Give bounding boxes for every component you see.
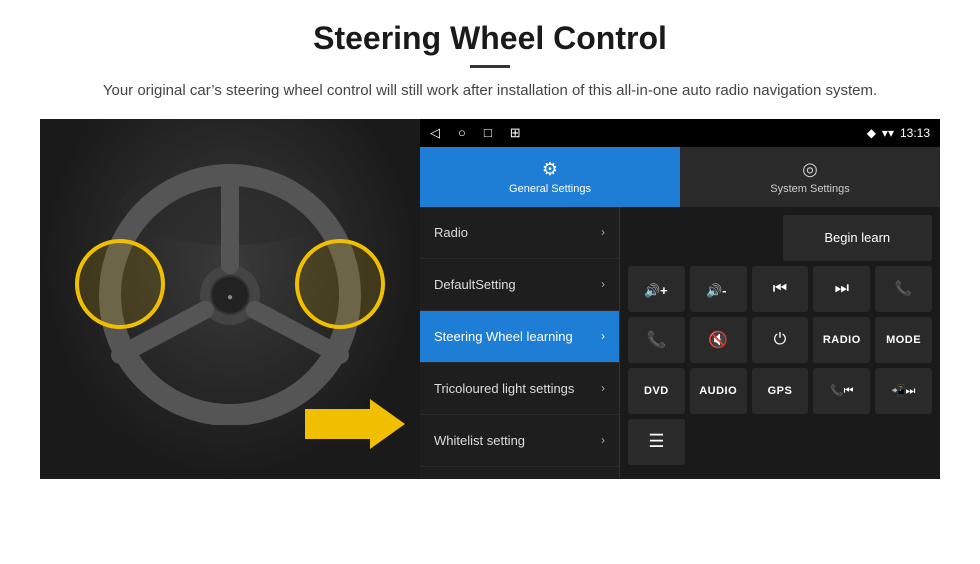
menu-default-label: DefaultSetting: [434, 277, 516, 292]
mode-button[interactable]: MODE: [875, 317, 932, 363]
control-row-1: 🔊+ 🔊- ⏮ ⏭ 📞: [628, 266, 932, 312]
menu-tri-label: Tricoloured light settings: [434, 381, 574, 396]
page-wrapper: Steering Wheel Control Your original car…: [0, 0, 980, 489]
next-track-button[interactable]: ⏭: [813, 266, 870, 312]
grid-icon[interactable]: ⊞: [510, 125, 521, 141]
highlight-left: [75, 239, 165, 329]
svg-text:🔊-: 🔊-: [706, 282, 727, 299]
menu-item-radio[interactable]: Radio ›: [420, 207, 619, 259]
top-control-row: Begin learn: [628, 215, 932, 261]
tab-general-label: General Settings: [509, 183, 591, 195]
time-display: 13:13: [900, 126, 930, 140]
chevron-icon: ›: [601, 381, 605, 395]
mute-button[interactable]: 🔇: [690, 317, 747, 363]
tab-bar: ⚙ General Settings ◎ System Settings: [420, 147, 940, 207]
dvd-button[interactable]: DVD: [628, 368, 685, 414]
svg-text:🔊+: 🔊+: [644, 282, 668, 299]
steering-wheel-image: ●: [40, 119, 420, 479]
page-title: Steering Wheel Control: [40, 20, 940, 57]
vol-down-button[interactable]: 🔊-: [690, 266, 747, 312]
steering-bg: ●: [40, 119, 420, 479]
control-row-4: ☰: [628, 419, 932, 465]
nav-icons: ◁ ○ □ ⊞: [430, 125, 521, 141]
gear-icon: ⚙: [542, 159, 558, 180]
title-divider: [470, 65, 510, 68]
home-icon[interactable]: ○: [458, 125, 466, 140]
highlight-right: [295, 239, 385, 329]
audio-button[interactable]: AUDIO: [690, 368, 747, 414]
tab-system-settings[interactable]: ◎ System Settings: [680, 147, 940, 207]
gps-button[interactable]: GPS: [752, 368, 809, 414]
system-icon: ◎: [802, 159, 818, 180]
menu-item-whitelist[interactable]: Whitelist setting ›: [420, 415, 619, 467]
menu-radio-label: Radio: [434, 225, 468, 240]
status-right: ◆ ▾▾ 13:13: [867, 126, 930, 140]
content-area: ● ◁ ○ □ ⊞: [40, 119, 940, 479]
menu-item-steering-wheel[interactable]: Steering Wheel learning ›: [420, 311, 619, 363]
chevron-icon: ›: [601, 225, 605, 239]
menu-sw-label: Steering Wheel learning: [434, 329, 573, 344]
android-panel: ◁ ○ □ ⊞ ◆ ▾▾ 13:13 ⚙ General Settings: [420, 119, 940, 479]
tab-system-label: System Settings: [770, 183, 849, 195]
wifi-icon: ▾▾: [882, 126, 894, 140]
phone-button[interactable]: 📞: [875, 266, 932, 312]
chevron-icon: ›: [601, 329, 605, 343]
menu-item-tricoloured[interactable]: Tricoloured light settings ›: [420, 363, 619, 415]
right-controls: Begin learn 🔊+ 🔊- ⏮ ⏭ 📞: [620, 207, 940, 479]
prev-track-button[interactable]: ⏮: [752, 266, 809, 312]
phone-prev-button[interactable]: 📞⏮: [813, 368, 870, 414]
menu-list: Radio › DefaultSetting › Steering Wheel …: [420, 207, 620, 479]
phone-next-button[interactable]: 📲⏭: [875, 368, 932, 414]
empty-indicator-box: [628, 215, 778, 261]
tab-general-settings[interactable]: ⚙ General Settings: [420, 147, 680, 207]
control-row-2: 📞 🔇 ⏻ RADIO MODE: [628, 317, 932, 363]
begin-learn-button[interactable]: Begin learn: [783, 215, 933, 261]
svg-text:●: ●: [227, 292, 233, 303]
radio-button[interactable]: RADIO: [813, 317, 870, 363]
title-section: Steering Wheel Control Your original car…: [40, 20, 940, 103]
subtitle: Your original car’s steering wheel contr…: [90, 80, 890, 103]
recents-icon[interactable]: □: [484, 125, 492, 140]
list-button[interactable]: ☰: [628, 419, 685, 465]
location-icon: ◆: [867, 126, 876, 140]
call-button[interactable]: 📞: [628, 317, 685, 363]
menu-area: Radio › DefaultSetting › Steering Wheel …: [420, 207, 940, 479]
arrow-indicator: [305, 394, 405, 454]
chevron-icon: ›: [601, 433, 605, 447]
power-button[interactable]: ⏻: [752, 317, 809, 363]
menu-white-label: Whitelist setting: [434, 433, 525, 448]
back-icon[interactable]: ◁: [430, 125, 440, 141]
control-row-3: DVD AUDIO GPS 📞⏮ 📲⏭: [628, 368, 932, 414]
vol-up-button[interactable]: 🔊+: [628, 266, 685, 312]
menu-item-defaultsetting[interactable]: DefaultSetting ›: [420, 259, 619, 311]
status-bar: ◁ ○ □ ⊞ ◆ ▾▾ 13:13: [420, 119, 940, 147]
chevron-icon: ›: [601, 277, 605, 291]
